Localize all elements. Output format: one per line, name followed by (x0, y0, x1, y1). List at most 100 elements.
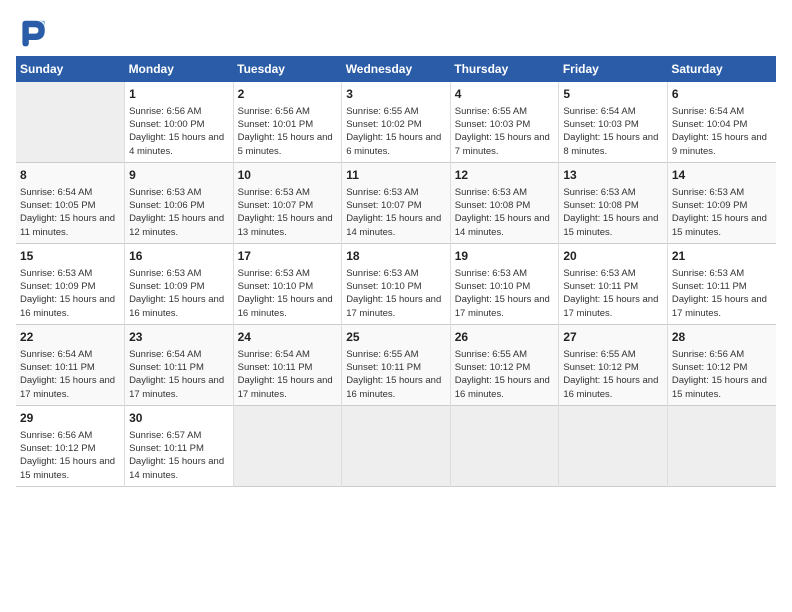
calendar-cell: 27 Sunrise: 6:55 AM Sunset: 10:12 PM Day… (559, 324, 668, 405)
day-sunset: Sunset: 10:07 PM (346, 199, 446, 212)
day-sunrise: Sunrise: 6:55 AM (346, 348, 446, 361)
day-daylight: Daylight: 15 hours and 16 minutes. (238, 293, 338, 320)
calendar-cell: 12 Sunrise: 6:53 AM Sunset: 10:08 PM Day… (450, 162, 559, 243)
day-number: 19 (455, 248, 555, 265)
calendar-week-row: 15 Sunrise: 6:53 AM Sunset: 10:09 PM Day… (16, 243, 776, 324)
day-number: 22 (20, 329, 120, 346)
day-daylight: Daylight: 15 hours and 12 minutes. (129, 212, 229, 239)
day-sunset: Sunset: 10:12 PM (20, 442, 120, 455)
day-number: 2 (238, 86, 338, 103)
day-daylight: Daylight: 15 hours and 16 minutes. (563, 374, 663, 401)
day-daylight: Daylight: 15 hours and 15 minutes. (563, 212, 663, 239)
day-sunrise: Sunrise: 6:53 AM (129, 267, 229, 280)
calendar-cell: 29 Sunrise: 6:56 AM Sunset: 10:12 PM Day… (16, 405, 125, 486)
day-number: 26 (455, 329, 555, 346)
day-daylight: Daylight: 15 hours and 15 minutes. (672, 374, 772, 401)
calendar-cell: 22 Sunrise: 6:54 AM Sunset: 10:11 PM Day… (16, 324, 125, 405)
day-number: 25 (346, 329, 446, 346)
day-number: 28 (672, 329, 772, 346)
day-daylight: Daylight: 15 hours and 17 minutes. (129, 374, 229, 401)
day-sunrise: Sunrise: 6:53 AM (346, 267, 446, 280)
day-sunset: Sunset: 10:03 PM (455, 118, 555, 131)
calendar-cell: 18 Sunrise: 6:53 AM Sunset: 10:10 PM Day… (342, 243, 451, 324)
day-number: 27 (563, 329, 663, 346)
day-daylight: Daylight: 15 hours and 15 minutes. (672, 212, 772, 239)
day-sunset: Sunset: 10:04 PM (672, 118, 772, 131)
day-sunset: Sunset: 10:00 PM (129, 118, 229, 131)
day-sunset: Sunset: 10:08 PM (563, 199, 663, 212)
day-sunrise: Sunrise: 6:53 AM (563, 267, 663, 280)
day-daylight: Daylight: 15 hours and 17 minutes. (346, 293, 446, 320)
day-sunset: Sunset: 10:11 PM (346, 361, 446, 374)
calendar-cell (342, 405, 451, 486)
calendar-cell: 14 Sunrise: 6:53 AM Sunset: 10:09 PM Day… (667, 162, 776, 243)
calendar-cell: 2 Sunrise: 6:56 AM Sunset: 10:01 PM Dayl… (233, 82, 342, 162)
day-sunset: Sunset: 10:11 PM (563, 280, 663, 293)
calendar-week-row: 29 Sunrise: 6:56 AM Sunset: 10:12 PM Day… (16, 405, 776, 486)
calendar-cell: 24 Sunrise: 6:54 AM Sunset: 10:11 PM Day… (233, 324, 342, 405)
day-number: 13 (563, 167, 663, 184)
day-sunset: Sunset: 10:10 PM (238, 280, 338, 293)
calendar-cell: 5 Sunrise: 6:54 AM Sunset: 10:03 PM Dayl… (559, 82, 668, 162)
column-header-thursday: Thursday (450, 56, 559, 82)
day-daylight: Daylight: 15 hours and 4 minutes. (129, 131, 229, 158)
day-number: 23 (129, 329, 229, 346)
calendar-cell: 23 Sunrise: 6:54 AM Sunset: 10:11 PM Day… (125, 324, 234, 405)
day-number: 29 (20, 410, 120, 427)
day-number: 30 (129, 410, 229, 427)
day-sunrise: Sunrise: 6:55 AM (346, 105, 446, 118)
day-sunset: Sunset: 10:01 PM (238, 118, 338, 131)
day-sunset: Sunset: 10:09 PM (20, 280, 120, 293)
day-number: 21 (672, 248, 772, 265)
day-sunrise: Sunrise: 6:56 AM (20, 429, 120, 442)
day-daylight: Daylight: 15 hours and 14 minutes. (346, 212, 446, 239)
day-sunrise: Sunrise: 6:54 AM (20, 348, 120, 361)
day-number: 5 (563, 86, 663, 103)
day-daylight: Daylight: 15 hours and 16 minutes. (20, 293, 120, 320)
day-daylight: Daylight: 15 hours and 16 minutes. (455, 374, 555, 401)
day-daylight: Daylight: 15 hours and 7 minutes. (455, 131, 555, 158)
day-sunset: Sunset: 10:08 PM (455, 199, 555, 212)
day-number: 17 (238, 248, 338, 265)
day-sunrise: Sunrise: 6:55 AM (563, 348, 663, 361)
day-sunset: Sunset: 10:10 PM (455, 280, 555, 293)
column-header-saturday: Saturday (667, 56, 776, 82)
day-number: 15 (20, 248, 120, 265)
day-sunrise: Sunrise: 6:53 AM (346, 186, 446, 199)
day-sunset: Sunset: 10:12 PM (672, 361, 772, 374)
day-sunset: Sunset: 10:10 PM (346, 280, 446, 293)
calendar-cell (559, 405, 668, 486)
column-header-monday: Monday (125, 56, 234, 82)
day-sunset: Sunset: 10:11 PM (672, 280, 772, 293)
column-header-friday: Friday (559, 56, 668, 82)
day-sunset: Sunset: 10:03 PM (563, 118, 663, 131)
day-sunset: Sunset: 10:11 PM (238, 361, 338, 374)
day-sunrise: Sunrise: 6:54 AM (672, 105, 772, 118)
day-sunrise: Sunrise: 6:56 AM (238, 105, 338, 118)
logo-icon (16, 16, 48, 48)
day-daylight: Daylight: 15 hours and 17 minutes. (20, 374, 120, 401)
day-sunset: Sunset: 10:07 PM (238, 199, 338, 212)
day-sunrise: Sunrise: 6:55 AM (455, 348, 555, 361)
day-daylight: Daylight: 15 hours and 14 minutes. (455, 212, 555, 239)
calendar-cell: 28 Sunrise: 6:56 AM Sunset: 10:12 PM Day… (667, 324, 776, 405)
day-number: 10 (238, 167, 338, 184)
day-sunrise: Sunrise: 6:53 AM (563, 186, 663, 199)
calendar-cell: 15 Sunrise: 6:53 AM Sunset: 10:09 PM Day… (16, 243, 125, 324)
calendar-cell: 30 Sunrise: 6:57 AM Sunset: 10:11 PM Day… (125, 405, 234, 486)
calendar-cell: 25 Sunrise: 6:55 AM Sunset: 10:11 PM Day… (342, 324, 451, 405)
day-daylight: Daylight: 15 hours and 17 minutes. (238, 374, 338, 401)
day-sunrise: Sunrise: 6:53 AM (455, 186, 555, 199)
day-sunset: Sunset: 10:12 PM (455, 361, 555, 374)
day-daylight: Daylight: 15 hours and 9 minutes. (672, 131, 772, 158)
day-number: 8 (20, 167, 120, 184)
day-sunset: Sunset: 10:11 PM (20, 361, 120, 374)
day-number: 16 (129, 248, 229, 265)
day-sunrise: Sunrise: 6:54 AM (129, 348, 229, 361)
day-daylight: Daylight: 15 hours and 8 minutes. (563, 131, 663, 158)
day-sunrise: Sunrise: 6:57 AM (129, 429, 229, 442)
calendar-cell: 9 Sunrise: 6:53 AM Sunset: 10:06 PM Dayl… (125, 162, 234, 243)
day-daylight: Daylight: 15 hours and 17 minutes. (672, 293, 772, 320)
day-sunset: Sunset: 10:12 PM (563, 361, 663, 374)
day-number: 14 (672, 167, 772, 184)
